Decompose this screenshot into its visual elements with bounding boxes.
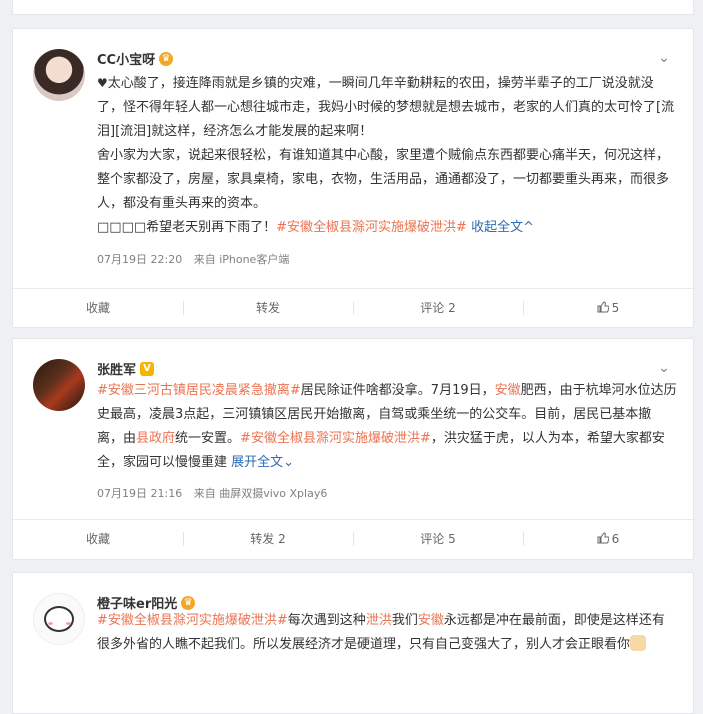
post-text: #安徽全椒县滁河实施爆破泄洪#每次遇到这种泄洪我们安徽永远都是冲在最前面，即使是… — [97, 609, 677, 657]
post-text: ♥太心酸了，接连降雨就是乡镇的灾难，一瞬间几年辛勤耕耘的农田，操劳半辈子的工厂说… — [97, 71, 677, 240]
favorite-label: 收藏 — [85, 301, 110, 315]
chevron-down-icon[interactable]: ⌄ — [655, 51, 673, 65]
comment-label: 评论 5 — [420, 532, 456, 546]
avatar-face — [44, 606, 74, 632]
avatar-cheek — [48, 622, 53, 625]
post-text: #安徽三河古镇居民凌晨紧急撤离#居民除证件啥都没拿。7月19日，安徽肥西，由于杭… — [97, 379, 677, 475]
post-time[interactable]: 07月19日 22:20 — [97, 253, 182, 266]
comment-button[interactable]: 评论 5 — [353, 520, 523, 558]
post-card-2: 张胜军 V ⌄ #安徽三河古镇居民凌晨紧急撤离#居民除证件啥都没拿。7月19日，… — [12, 338, 694, 560]
collapse-link[interactable]: 收起全文^ — [471, 220, 534, 235]
post-source: 来自 iPhone客户端 — [193, 253, 290, 266]
post-meta: 07月19日 21:16 来自 曲屏双摄vivo Xplay6 — [97, 485, 335, 501]
avatar[interactable] — [33, 359, 85, 411]
previous-card-action-bar — [12, 0, 694, 15]
collapse-label[interactable]: 收起全文 — [471, 220, 523, 235]
thumb-up-icon — [597, 532, 609, 544]
topic-link[interactable]: #安徽全椒县滁河实施爆破泄洪# — [240, 431, 431, 446]
crown-icon: ♛ — [181, 595, 196, 610]
avatar[interactable] — [33, 49, 85, 101]
comment-button[interactable]: 评论 2 — [353, 289, 523, 327]
topic-link[interactable]: 县政府 — [136, 431, 175, 446]
like-count: 5 — [611, 301, 620, 315]
topic-link[interactable]: 安徽 — [418, 613, 444, 628]
repost-button[interactable]: 转发 — [183, 289, 353, 327]
action-bar: 收藏 转发 评论 2 5 — [13, 288, 693, 327]
post-text-segment: 统一安置。 — [175, 431, 241, 446]
post-source: 来自 曲屏双摄vivo Xplay6 — [193, 487, 328, 500]
username[interactable]: CC小宝呀 ♛ — [97, 49, 174, 68]
post-text-segment: 居民除证件啥都没拿。7月19日， — [300, 383, 495, 398]
repost-label: 转发 — [255, 301, 280, 315]
topic-link[interactable]: #安徽三河古镇居民凌晨紧急撤离# — [97, 383, 301, 398]
topic-link[interactable]: 安徽 — [495, 383, 521, 398]
repost-button[interactable]: 转发 2 — [183, 520, 353, 558]
username-text[interactable]: CC小宝呀 — [97, 49, 155, 68]
like-button[interactable]: 6 — [523, 520, 693, 558]
avatar[interactable] — [33, 593, 85, 645]
avatar-cheek — [66, 622, 71, 625]
thumb-up-icon — [597, 301, 609, 313]
post-meta: 07月19日 22:20 来自 iPhone客户端 — [97, 251, 297, 267]
expand-link[interactable]: 展开全文 — [231, 455, 283, 470]
post-text-segment: 每次遇到这种 — [287, 613, 366, 628]
verified-icon: V — [140, 361, 155, 376]
username[interactable]: 张胜军 V — [97, 359, 155, 378]
chevron-down-icon[interactable]: ⌄ — [655, 361, 673, 375]
action-bar: 收藏 转发 2 评论 5 6 — [13, 519, 693, 558]
comment-label: 评论 2 — [420, 301, 456, 315]
post-paragraph: 舍小家为大家，说起来很轻松，有谁知道其中心酸，家里遭个贼偷点东西都要心痛半天，何… — [97, 148, 670, 211]
favorite-button[interactable]: 收藏 — [13, 520, 183, 558]
emoji-icon — [630, 635, 647, 651]
favorite-button[interactable]: 收藏 — [13, 289, 183, 327]
post-card-3: 橙子味er阳光 ♛ #安徽全椒县滁河实施爆破泄洪#每次遇到这种泄洪我们安徽永远都… — [12, 572, 694, 714]
chevron-down-icon[interactable]: ⌄ — [283, 455, 294, 470]
heart-icon: ♥ — [97, 76, 108, 90]
crown-icon: ♛ — [159, 51, 174, 66]
topic-link[interactable]: #安徽全椒县滁河实施爆破泄洪# — [97, 613, 288, 628]
topic-link[interactable]: 泄洪 — [366, 613, 392, 628]
like-count: 6 — [611, 532, 620, 546]
repost-label: 转发 2 — [250, 532, 286, 546]
post-text-segment: 我们 — [391, 613, 418, 628]
post-paragraph: 太心酸了，接连降雨就是乡镇的灾难，一瞬间几年辛勤耕耘的农田，操劳半辈子的工厂说没… — [97, 76, 675, 139]
post-paragraph: □□□□希望老天别再下雨了！ — [97, 220, 277, 235]
favorite-label: 收藏 — [85, 532, 110, 546]
post-time[interactable]: 07月19日 21:16 — [97, 487, 182, 500]
post-card-1: CC小宝呀 ♛ ⌄ ♥太心酸了，接连降雨就是乡镇的灾难，一瞬间几年辛勤耕耘的农田… — [12, 28, 694, 328]
topic-link[interactable]: #安徽全椒县滁河实施爆破泄洪# — [276, 220, 467, 235]
username-text[interactable]: 张胜军 — [97, 359, 136, 378]
like-button[interactable]: 5 — [523, 289, 693, 327]
